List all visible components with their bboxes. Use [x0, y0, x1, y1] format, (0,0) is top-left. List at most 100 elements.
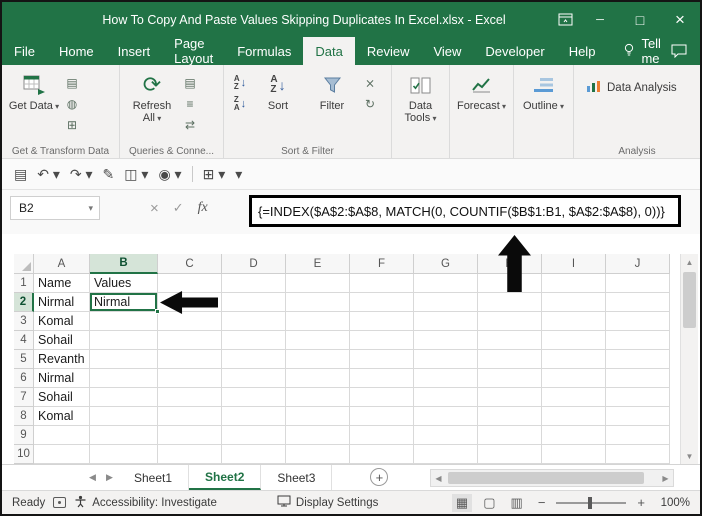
- tab-insert[interactable]: Insert: [106, 37, 163, 65]
- cell-I1[interactable]: [542, 274, 606, 293]
- accessibility-checker-button[interactable]: Accessibility: Investigate: [74, 495, 217, 511]
- tab-page-layout[interactable]: Page Layout: [162, 36, 225, 66]
- cell-C7[interactable]: [158, 388, 222, 407]
- cell-J5[interactable]: [606, 350, 670, 369]
- row-header-10[interactable]: 10: [14, 445, 34, 464]
- cell-B1[interactable]: Values: [90, 274, 158, 293]
- cell-E1[interactable]: [286, 274, 350, 293]
- sort-button[interactable]: A Z ↓ Sort: [252, 69, 304, 113]
- cell-G2[interactable]: [414, 293, 478, 312]
- sort-descending-icon[interactable]: Z A ↓: [230, 95, 250, 112]
- cell-J4[interactable]: [606, 331, 670, 350]
- cell-D10[interactable]: [222, 445, 286, 464]
- tab-file[interactable]: File: [2, 37, 47, 65]
- maximize-button[interactable]: [620, 2, 660, 37]
- cell-E2[interactable]: [286, 293, 350, 312]
- data-tools-button[interactable]: Data Tools: [398, 69, 443, 125]
- cell-A8[interactable]: Komal: [34, 407, 90, 426]
- row-header-2[interactable]: 2: [14, 293, 34, 312]
- forecast-button[interactable]: Forecast: [456, 69, 507, 113]
- name-box[interactable]: B2: [10, 196, 100, 220]
- cell-H8[interactable]: [478, 407, 542, 426]
- cell-I7[interactable]: [542, 388, 606, 407]
- horizontal-scroll-thumb[interactable]: [448, 472, 644, 484]
- column-header-A[interactable]: A: [34, 254, 90, 274]
- customize-qat-button[interactable]: ▾: [235, 166, 242, 183]
- cell-C9[interactable]: [158, 426, 222, 445]
- cell-A10[interactable]: [34, 445, 90, 464]
- cell-I8[interactable]: [542, 407, 606, 426]
- row-header-9[interactable]: 9: [14, 426, 34, 445]
- tab-formulas[interactable]: Formulas: [225, 37, 303, 65]
- column-header-C[interactable]: C: [158, 254, 222, 274]
- cell-H3[interactable]: [478, 312, 542, 331]
- cell-D2[interactable]: [222, 293, 286, 312]
- table-icon[interactable]: ⊞ ▾: [203, 166, 226, 183]
- cell-A9[interactable]: [34, 426, 90, 445]
- from-web-icon[interactable]: ◍: [62, 95, 82, 112]
- diagram-icon[interactable]: ◫ ▾: [124, 166, 148, 183]
- edit-links-icon[interactable]: ⇄: [180, 116, 200, 133]
- cell-E6[interactable]: [286, 369, 350, 388]
- name-box-caret-icon[interactable]: [88, 203, 99, 214]
- cell-H4[interactable]: [478, 331, 542, 350]
- cell-D8[interactable]: [222, 407, 286, 426]
- tab-help[interactable]: Help: [557, 37, 608, 65]
- cell-C4[interactable]: [158, 331, 222, 350]
- zoom-out-button[interactable]: [534, 494, 550, 511]
- cell-E3[interactable]: [286, 312, 350, 331]
- cell-E9[interactable]: [286, 426, 350, 445]
- row-header-5[interactable]: 5: [14, 350, 34, 369]
- view-normal-button[interactable]: [451, 493, 473, 512]
- view-page-break-button[interactable]: [507, 494, 527, 512]
- cell-F7[interactable]: [350, 388, 414, 407]
- cell-G3[interactable]: [414, 312, 478, 331]
- cell-H6[interactable]: [478, 369, 542, 388]
- vertical-scroll-thumb[interactable]: [683, 272, 696, 328]
- cell-J10[interactable]: [606, 445, 670, 464]
- cell-A3[interactable]: Komal: [34, 312, 90, 331]
- cell-F4[interactable]: [350, 331, 414, 350]
- cell-B10[interactable]: [90, 445, 158, 464]
- tab-developer[interactable]: Developer: [473, 37, 556, 65]
- from-text-csv-icon[interactable]: ▤: [62, 74, 82, 91]
- cell-J3[interactable]: [606, 312, 670, 331]
- cell-D9[interactable]: [222, 426, 286, 445]
- tab-data[interactable]: Data: [303, 37, 355, 65]
- scroll-down-icon[interactable]: [681, 448, 698, 464]
- cell-A6[interactable]: Nirmal: [34, 369, 90, 388]
- reapply-filter-icon[interactable]: ↻: [360, 95, 380, 112]
- cell-F10[interactable]: [350, 445, 414, 464]
- cell-J8[interactable]: [606, 407, 670, 426]
- refresh-all-button[interactable]: ⟳ Refresh All: [126, 69, 178, 125]
- cell-H9[interactable]: [478, 426, 542, 445]
- cell-D1[interactable]: [222, 274, 286, 293]
- get-data-button[interactable]: Get Data: [8, 69, 60, 113]
- cell-F8[interactable]: [350, 407, 414, 426]
- cell-H10[interactable]: [478, 445, 542, 464]
- row-header-4[interactable]: 4: [14, 331, 34, 350]
- cell-G1[interactable]: [414, 274, 478, 293]
- scroll-left-icon[interactable]: [431, 474, 446, 483]
- cell-H5[interactable]: [478, 350, 542, 369]
- display-settings-button[interactable]: Display Settings: [277, 495, 378, 510]
- column-header-E[interactable]: E: [286, 254, 350, 274]
- undo-button[interactable]: ↶ ▾: [37, 166, 60, 183]
- cell-G9[interactable]: [414, 426, 478, 445]
- insert-function-button[interactable]: fx: [198, 200, 208, 216]
- sheet-tab-sheet3[interactable]: Sheet3: [261, 465, 333, 490]
- cell-A4[interactable]: Sohail: [34, 331, 90, 350]
- cell-C6[interactable]: [158, 369, 222, 388]
- properties-icon[interactable]: ≡: [180, 95, 200, 112]
- cell-I10[interactable]: [542, 445, 606, 464]
- cancel-icon[interactable]: [150, 200, 159, 217]
- cell-F9[interactable]: [350, 426, 414, 445]
- camera-icon[interactable]: ◉ ▾: [158, 166, 181, 183]
- cell-E5[interactable]: [286, 350, 350, 369]
- scroll-right-icon[interactable]: [658, 474, 673, 483]
- cell-B7[interactable]: [90, 388, 158, 407]
- cell-J2[interactable]: [606, 293, 670, 312]
- cell-D3[interactable]: [222, 312, 286, 331]
- horizontal-scrollbar[interactable]: [430, 469, 674, 487]
- row-header-7[interactable]: 7: [14, 388, 34, 407]
